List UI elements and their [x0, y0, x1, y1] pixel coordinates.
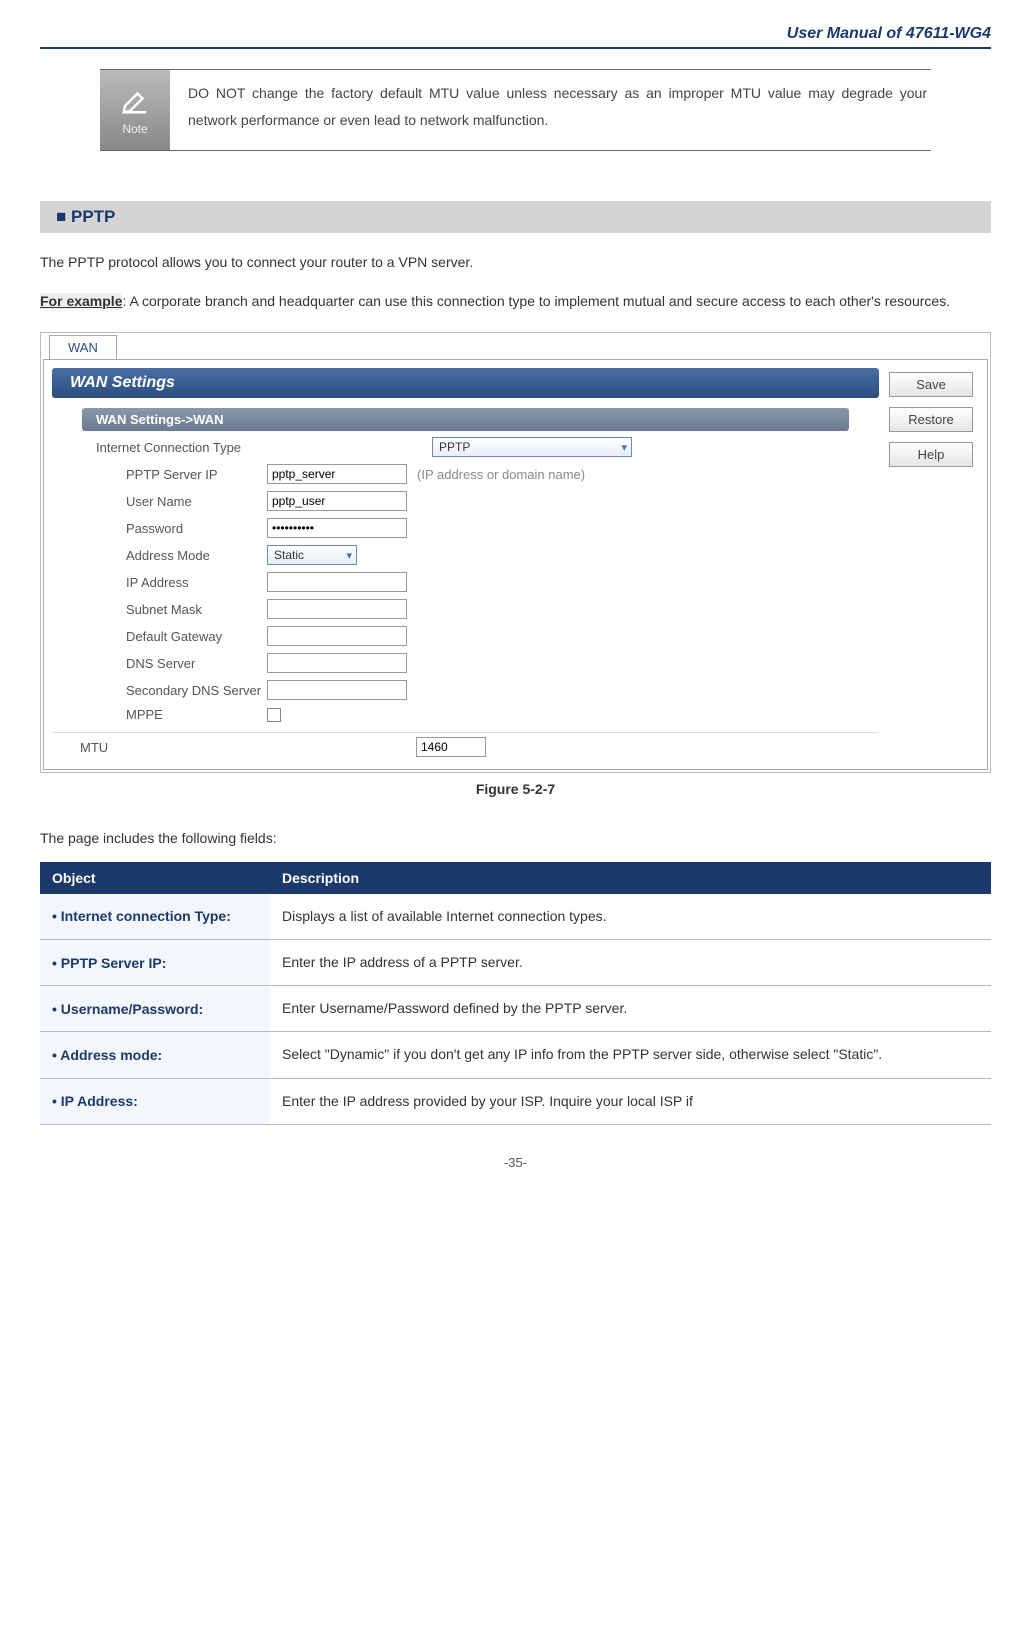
- col-object: Object: [40, 862, 270, 894]
- obj-cell: PPTP Server IP:: [40, 939, 270, 985]
- gateway-label: Default Gateway: [112, 629, 267, 644]
- breadcrumb: WAN Settings->WAN: [82, 408, 849, 431]
- username-label: User Name: [112, 494, 267, 509]
- table-row: IP Address: Enter the IP address provide…: [40, 1078, 991, 1124]
- desc-cell: Enter Username/Password defined by the P…: [270, 986, 991, 1032]
- mtu-label: MTU: [66, 740, 326, 755]
- table-row: Internet connection Type: Displays a lis…: [40, 894, 991, 940]
- panel-title: WAN Settings: [52, 368, 879, 398]
- mtu-input[interactable]: [416, 737, 486, 757]
- document-title: User Manual of 47611-WG4: [40, 25, 991, 49]
- section-heading: PPTP: [40, 201, 991, 233]
- dns2-input[interactable]: [267, 680, 407, 700]
- figure-caption: Figure 5-2-7: [40, 781, 991, 797]
- note-label: Note: [122, 122, 147, 136]
- desc-cell: Enter the IP address provided by your IS…: [270, 1078, 991, 1124]
- ip-address-label: IP Address: [112, 575, 267, 590]
- page-number: -35-: [40, 1155, 991, 1170]
- address-mode-select[interactable]: Static: [267, 545, 357, 565]
- intro-text: The PPTP protocol allows you to connect …: [40, 249, 991, 276]
- ip-address-input[interactable]: [267, 572, 407, 592]
- fields-intro: The page includes the following fields:: [40, 825, 991, 852]
- table-row: Username/Password: Enter Username/Passwo…: [40, 986, 991, 1032]
- server-ip-input[interactable]: [267, 464, 407, 484]
- restore-button[interactable]: Restore: [889, 407, 973, 432]
- table-row: PPTP Server IP: Enter the IP address of …: [40, 939, 991, 985]
- example-body: : A corporate branch and headquarter can…: [122, 293, 950, 309]
- screenshot: WAN WAN Settings WAN Settings->WAN Inter…: [40, 332, 991, 773]
- server-ip-hint: (IP address or domain name): [417, 467, 585, 482]
- obj-cell: IP Address:: [40, 1078, 270, 1124]
- example-text: For example: A corporate branch and head…: [40, 288, 991, 315]
- conn-type-select[interactable]: PPTP: [432, 437, 632, 457]
- fields-table: Object Description Internet connection T…: [40, 862, 991, 1125]
- obj-cell: Internet connection Type:: [40, 894, 270, 940]
- desc-cell: Select "Dynamic" if you don't get any IP…: [270, 1032, 991, 1078]
- note-text: DO NOT change the factory default MTU va…: [184, 70, 931, 143]
- col-description: Description: [270, 862, 991, 894]
- note-box: Note DO NOT change the factory default M…: [100, 69, 931, 151]
- password-input[interactable]: [267, 518, 407, 538]
- note-icon: Note: [100, 70, 170, 150]
- username-input[interactable]: [267, 491, 407, 511]
- wan-tab[interactable]: WAN: [49, 335, 117, 359]
- dns-label: DNS Server: [112, 656, 267, 671]
- desc-cell: Enter the IP address of a PPTP server.: [270, 939, 991, 985]
- dns2-label: Secondary DNS Server: [112, 683, 267, 698]
- mppe-label: MPPE: [112, 707, 267, 722]
- dns-input[interactable]: [267, 653, 407, 673]
- desc-cell: Displays a list of available Internet co…: [270, 894, 991, 940]
- save-button[interactable]: Save: [889, 372, 973, 397]
- table-row: Address mode: Select "Dynamic" if you do…: [40, 1032, 991, 1078]
- address-mode-label: Address Mode: [112, 548, 267, 563]
- pencil-icon: [118, 84, 152, 118]
- subnet-mask-input[interactable]: [267, 599, 407, 619]
- example-label: For example: [40, 293, 122, 309]
- gateway-input[interactable]: [267, 626, 407, 646]
- mppe-checkbox[interactable]: [267, 708, 281, 722]
- help-button[interactable]: Help: [889, 442, 973, 467]
- subnet-mask-label: Subnet Mask: [112, 602, 267, 617]
- obj-cell: Address mode:: [40, 1032, 270, 1078]
- server-ip-label: PPTP Server IP: [112, 467, 267, 482]
- obj-cell: Username/Password:: [40, 986, 270, 1032]
- password-label: Password: [112, 521, 267, 536]
- conn-type-label: Internet Connection Type: [82, 440, 342, 455]
